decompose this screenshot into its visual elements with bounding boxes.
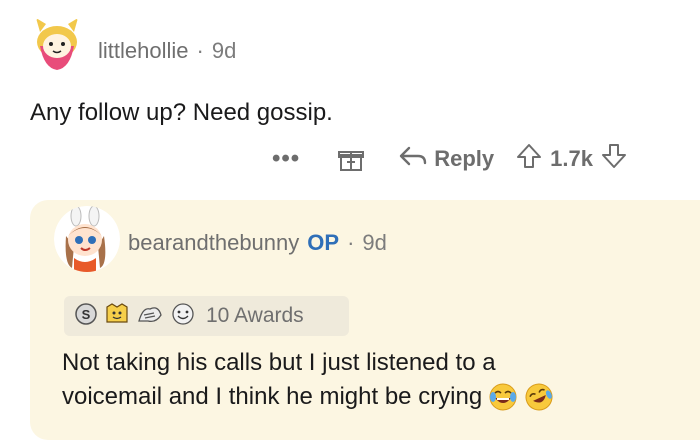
comment-username[interactable]: littlehollie — [98, 38, 189, 64]
downvote-icon[interactable] — [601, 143, 627, 175]
reply-text: Not taking his calls but I just listened… — [62, 346, 554, 414]
avatar-bearandthebunny[interactable] — [54, 206, 120, 272]
reply-username[interactable]: bearandthebunny — [128, 230, 299, 256]
awards-count: 10 Awards — [206, 304, 304, 327]
helpful-award-icon — [136, 301, 164, 332]
vote-controls: 1.7k — [516, 143, 627, 175]
svg-text:S: S — [82, 307, 91, 322]
meta-separator: · — [347, 230, 355, 255]
comment-meta: littlehollie · 9d — [98, 38, 236, 64]
reply-arrow-icon — [398, 144, 428, 174]
avatar-littlehollie[interactable] — [26, 12, 88, 74]
reply-text-line-1: Not taking his calls but I just listened… — [62, 349, 496, 376]
gift-icon[interactable] — [338, 146, 365, 172]
reply-text-line-2-content: voicemail and I think he might be crying — [62, 383, 483, 410]
comment-text: Any follow up? Need gossip. — [30, 99, 333, 126]
rofl-emoji — [524, 382, 554, 412]
laughing-tears-emoji — [488, 382, 518, 412]
reply-age: 9d — [362, 230, 387, 255]
comment-age: 9d — [211, 38, 237, 63]
reply-label: Reply — [434, 146, 495, 171]
upvote-icon[interactable] — [516, 143, 542, 175]
more-options-button[interactable]: ••• — [272, 145, 300, 173]
reply-text-line-2: voicemail and I think he might be crying — [62, 380, 554, 414]
vote-count: 1.7k — [550, 146, 593, 171]
meta-separator: · — [196, 38, 204, 63]
silly-award-icon — [170, 301, 196, 332]
wholesome-award-icon — [104, 301, 130, 332]
silver-award-icon: S — [74, 302, 98, 331]
reply-meta: bearandthebunny OP · 9d — [128, 230, 387, 256]
op-badge: OP — [307, 230, 340, 255]
awards-bar[interactable]: S 10 Awards — [64, 296, 349, 336]
comment-action-bar: ••• Reply 1.7k — [272, 142, 627, 176]
reply-button[interactable]: Reply — [398, 144, 494, 174]
